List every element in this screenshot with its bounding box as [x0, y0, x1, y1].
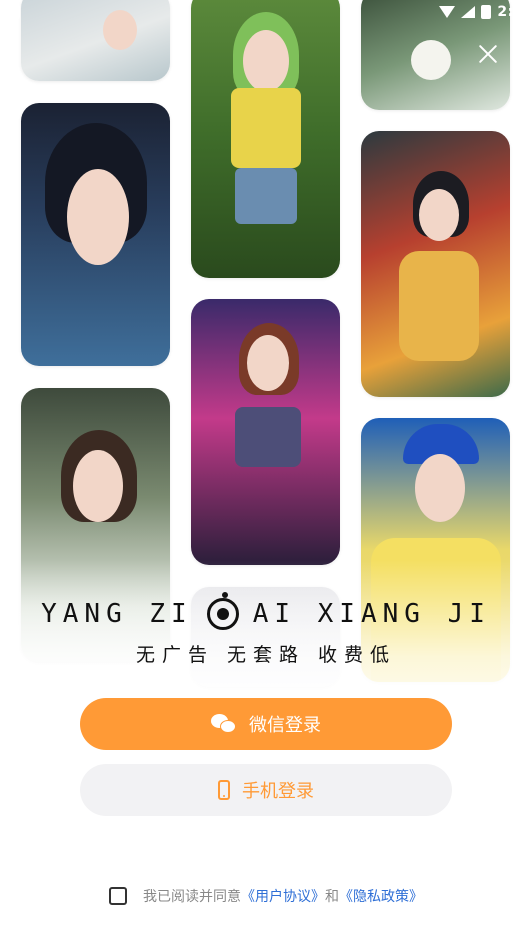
agreement-row: 我已阅读并同意《用户协议》和《隐私政策》: [0, 886, 532, 906]
photo-card: [361, 131, 510, 397]
phone-icon: [218, 780, 230, 800]
notification-icon: [8, 5, 20, 19]
wechat-login-label: 微信登录: [249, 715, 321, 736]
agreement-text: 我已阅读并同意《用户协议》和《隐私政策》: [143, 886, 423, 906]
agreement-prefix: 我已阅读并同意: [143, 889, 241, 905]
app-title-left: YANG ZI: [41, 599, 193, 629]
agreement-and: 和: [325, 889, 339, 905]
status-time: 2:3: [497, 4, 524, 20]
battery-icon: [481, 5, 492, 19]
privacy-policy-link[interactable]: 《隐私政策》: [339, 889, 423, 905]
login-screen: 2:3 YANG ZI AI XIANG JI 无广告 无套路 收费低 微信登录…: [0, 0, 532, 946]
wechat-icon: [211, 714, 237, 734]
app-title: YANG ZI AI XIANG JI: [0, 592, 532, 630]
agreement-checkbox[interactable]: [109, 887, 127, 905]
brand-block: YANG ZI AI XIANG JI 无广告 无套路 收费低: [0, 592, 532, 667]
photo-card: [21, 103, 170, 366]
camera-lens-icon: [206, 592, 239, 630]
phone-login-label: 手机登录: [242, 781, 314, 802]
close-icon[interactable]: [476, 42, 500, 66]
status-icons: 2:3: [439, 4, 524, 20]
signal-icon: [461, 6, 476, 18]
photo-card: [191, 299, 340, 565]
phone-login-button[interactable]: 手机登录: [80, 764, 452, 816]
app-title-right: AI XIANG JI: [252, 599, 491, 629]
status-bar: 2:3: [0, 0, 532, 28]
photo-card: [191, 0, 340, 278]
wifi-icon: [439, 6, 456, 18]
slogan: 无广告 无套路 收费低: [135, 644, 397, 666]
wechat-login-button[interactable]: 微信登录: [80, 698, 452, 750]
user-agreement-link[interactable]: 《用户协议》: [241, 889, 325, 905]
